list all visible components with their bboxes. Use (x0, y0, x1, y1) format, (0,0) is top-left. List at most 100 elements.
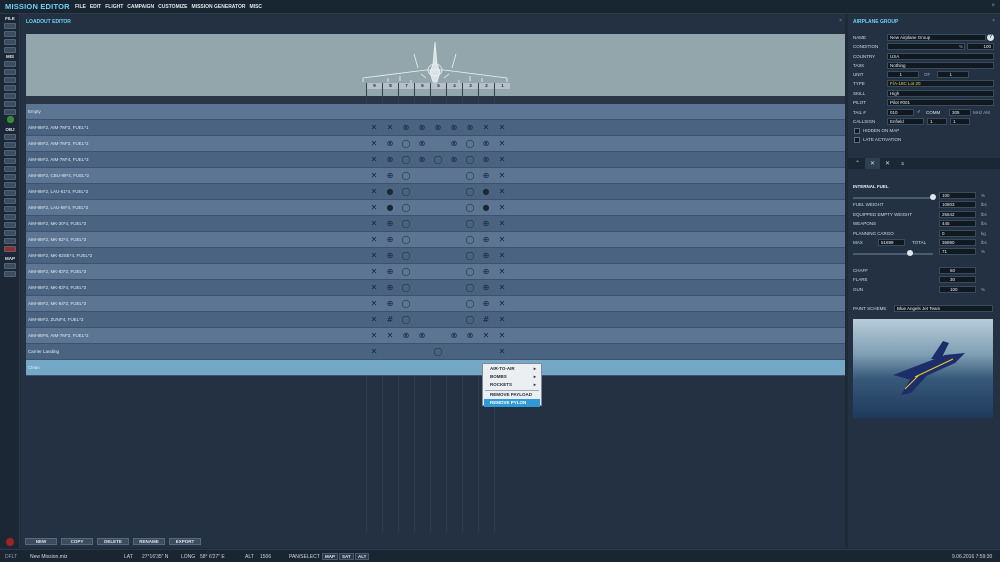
pylon-cell[interactable]: ✕ (496, 282, 508, 294)
unit-stepper[interactable]: 1 (887, 71, 919, 78)
pylon-cell[interactable]: ✕ (368, 186, 380, 198)
pylon-cell[interactable]: ✕ (368, 298, 380, 310)
pylon-cell[interactable] (416, 314, 428, 326)
pylon-cell[interactable]: ✕ (368, 250, 380, 262)
pylon-cell[interactable]: ✕ (368, 218, 380, 230)
pylon-cell[interactable] (384, 346, 396, 358)
zone-icon[interactable] (4, 190, 16, 196)
pylon-cell[interactable]: ⊗ (416, 330, 428, 342)
group-name-field[interactable]: New Airplane Group (887, 34, 986, 41)
pylon-cell[interactable]: ✕ (480, 330, 492, 342)
pylon-cell[interactable]: ● (480, 186, 492, 198)
pylon-cell[interactable]: ⊕ (384, 170, 396, 182)
menu-mission-generator[interactable]: MISSION GENERATOR (192, 4, 246, 10)
pylon-cell[interactable] (416, 362, 428, 374)
pylon-cell[interactable]: ⊕ (384, 282, 396, 294)
callsign-group-field[interactable]: 1 (927, 118, 947, 125)
pylon-cell[interactable]: ● (480, 202, 492, 214)
pylon-cell[interactable] (480, 346, 492, 358)
pylon-cell[interactable] (400, 362, 412, 374)
pylon-cell[interactable] (384, 106, 396, 118)
loadout-row[interactable]: AIM-9M*2, LAU-68*4, FUEL*2 ✕ ● ◯ ◯ ● ✕ (26, 200, 845, 216)
paint-scheme-select[interactable]: Blue Angels Jet Team (894, 305, 993, 312)
pylon-cell[interactable]: ⊗ (384, 138, 396, 150)
pylon-header-1[interactable]: 1 (495, 83, 510, 89)
pylon-cell[interactable] (432, 234, 444, 246)
pylon-cell[interactable] (432, 362, 444, 374)
pylon-cell[interactable]: ✕ (368, 282, 380, 294)
late-activation-checkbox[interactable] (854, 137, 860, 143)
pylon-cell[interactable] (432, 218, 444, 230)
pylon-cell[interactable] (480, 106, 492, 118)
loadout-row[interactable]: AIM-9M*2, MK-82SE*4, FUEL*2 ✕ ⊕ ◯ ◯ ⊕ ✕ (26, 248, 845, 264)
tab-targets-icon[interactable]: ✕ (880, 158, 895, 169)
pylon-cell[interactable] (448, 298, 460, 310)
pylon-cell[interactable] (448, 314, 460, 326)
pylon-cell[interactable]: ● (384, 202, 396, 214)
truck-icon[interactable] (4, 166, 16, 172)
tab-route-icon[interactable]: ⌃ (850, 158, 865, 169)
pylon-cell[interactable]: ✕ (368, 330, 380, 342)
pylon-cell[interactable]: ⊗ (464, 330, 476, 342)
pylon-cell[interactable]: ◯ (400, 250, 412, 262)
loadout-row[interactable]: AIM-9M*2, CBU-99*4, FUEL*2 ✕ ⊕ ◯ ◯ ⊕ ✕ (26, 168, 845, 184)
plane-icon[interactable] (4, 134, 16, 140)
pylon-cell[interactable]: ⊕ (384, 298, 396, 310)
pylon-cell[interactable]: ⊕ (384, 234, 396, 246)
pylon-cell[interactable]: ⊗ (400, 330, 412, 342)
window-close-icon[interactable]: × (991, 3, 995, 9)
pylon-cell[interactable] (448, 170, 460, 182)
pylon-cell[interactable]: ⊕ (384, 266, 396, 278)
pylon-cell[interactable] (416, 282, 428, 294)
gun-stepper[interactable]: 100 (939, 286, 976, 293)
loadout-row[interactable]: AIM-9M*2, LAU-61*4, FUEL*2 ✕ ● ◯ ◯ ● ✕ (26, 184, 845, 200)
tab-payload-icon[interactable]: ✕ (865, 158, 880, 169)
pylon-cell[interactable]: ✕ (496, 266, 508, 278)
pylon-cell[interactable]: ◯ (400, 298, 412, 310)
pylon-cell[interactable]: ✕ (384, 122, 396, 134)
pylon-cell[interactable]: ◯ (464, 298, 476, 310)
country-select[interactable]: USA (887, 53, 994, 60)
loadout-row[interactable]: AIM-9M*6, AIM-7M*2, FUEL*2 ✕ ✕ ⊗ ⊗ ⊗ ⊗ ✕ ✕ (26, 328, 845, 344)
pylon-cell[interactable]: ◯ (400, 186, 412, 198)
pylon-header-4[interactable]: 4 (447, 83, 462, 89)
pylon-cell[interactable] (432, 314, 444, 326)
line-icon[interactable] (4, 222, 16, 228)
chaff-stepper[interactable]: 60 (939, 267, 976, 274)
pylon-cell[interactable]: ✕ (480, 122, 492, 134)
loadout-row[interactable]: AIM-9M*2, AIM-7M*4, FUEL*3 ✕ ⊗ ◯ ⊗ ◯ ⊗ ◯ ⊗ ✕ (26, 152, 845, 168)
pylon-cell[interactable]: ⊕ (384, 250, 396, 262)
pylon-cell[interactable] (448, 282, 460, 294)
pilot-field[interactable]: Pilot #001 (887, 99, 994, 106)
mode-label[interactable]: DFLT (5, 554, 17, 560)
loadout-close-icon[interactable]: × (839, 18, 842, 24)
pylon-cell[interactable]: ⊗ (416, 122, 428, 134)
callsign-flight-field[interactable]: 1 (950, 118, 970, 125)
loadout-row[interactable]: Empty (26, 104, 845, 120)
pylon-cell[interactable]: ◯ (432, 154, 444, 166)
pylon-cell[interactable]: ⊕ (480, 282, 492, 294)
save-as-icon[interactable] (4, 47, 16, 53)
pylon-cell[interactable] (416, 170, 428, 182)
static-icon[interactable] (4, 174, 16, 180)
pylon-cell[interactable]: ⊗ (416, 138, 428, 150)
pylon-cell[interactable]: ◯ (464, 202, 476, 214)
pylon-cell[interactable] (432, 186, 444, 198)
pylon-cell[interactable]: ◯ (464, 186, 476, 198)
heli-icon[interactable] (4, 142, 16, 148)
map-ruler-icon[interactable] (4, 263, 16, 269)
pylon-cell[interactable]: ⊕ (480, 218, 492, 230)
pylon-cell[interactable]: ✕ (496, 298, 508, 310)
pylon-cell[interactable]: ◯ (464, 250, 476, 262)
check-icon[interactable] (4, 109, 16, 115)
menu-campaign[interactable]: CAMPAIGN (127, 4, 154, 10)
pylon-cell[interactable]: ⊗ (464, 122, 476, 134)
shapes-icon[interactable] (4, 238, 16, 244)
menu-item-rockets[interactable]: ROCKETS ▸ (484, 381, 540, 389)
group-close-icon[interactable]: × (992, 18, 995, 24)
pylon-cell[interactable]: ✕ (368, 154, 380, 166)
pylon-cell[interactable] (448, 346, 460, 358)
pylon-cell[interactable] (416, 298, 428, 310)
help-icon[interactable]: ? (987, 34, 994, 41)
pylon-cell[interactable]: ◯ (464, 138, 476, 150)
